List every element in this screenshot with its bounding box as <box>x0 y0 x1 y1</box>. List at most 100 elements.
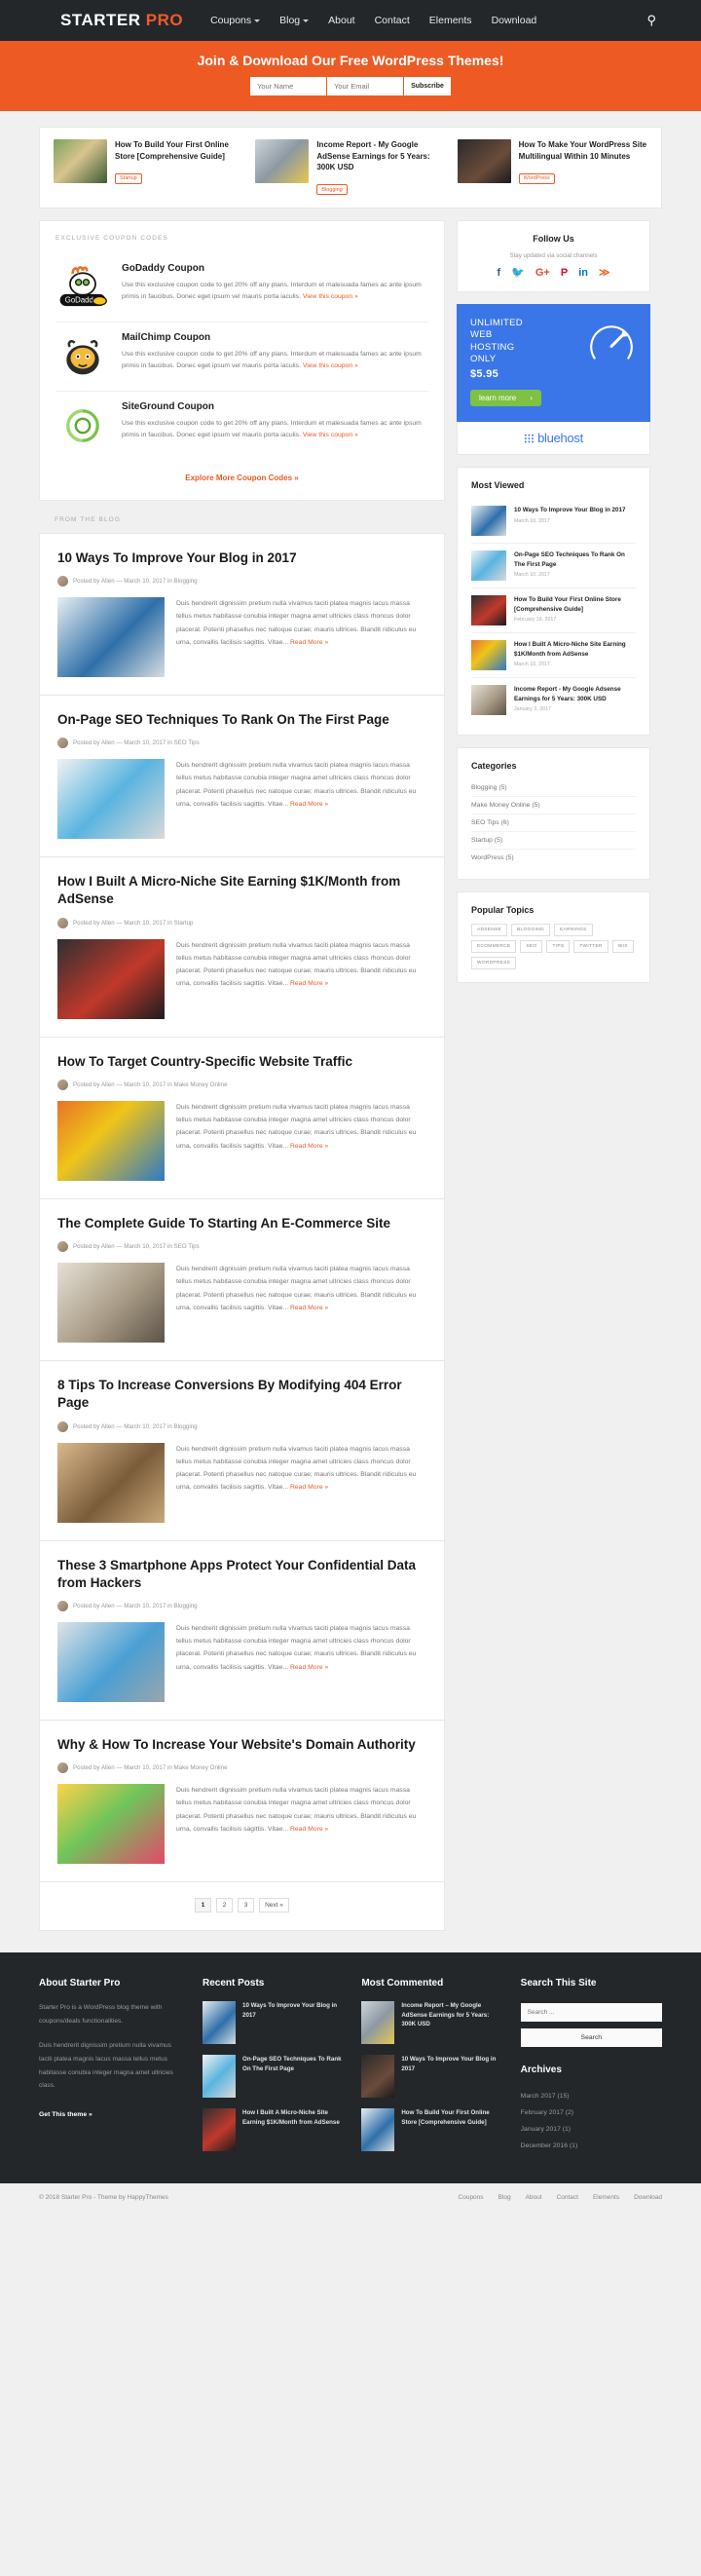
explore-coupons-link[interactable]: Explore More Coupon Codes » <box>55 460 428 486</box>
logo-accent: PRO <box>145 11 184 29</box>
post-title[interactable]: 10 Ways To Improve Your Blog in 2017 <box>57 549 426 567</box>
footer-recent-posts: Recent Posts 10 Ways To Improve Your Blo… <box>203 1978 344 2162</box>
pagination-item[interactable]: 2 <box>216 1898 234 1913</box>
footer-commented-item[interactable]: Income Report – My Google AdSense Earnin… <box>361 2001 502 2045</box>
category-item[interactable]: Startup (5) <box>471 832 636 851</box>
featured-card[interactable]: Income Report - My Google AdSense Earnin… <box>255 139 445 196</box>
footer-nav-item-blog[interactable]: Blog <box>498 2194 511 2201</box>
footer-commented-item[interactable]: How To Build Your First Online Store [Co… <box>361 2108 502 2152</box>
post-thumbnail[interactable] <box>57 759 165 840</box>
topic-tag[interactable]: ADSENSE <box>471 924 508 937</box>
linkedin-icon[interactable]: in <box>578 267 588 279</box>
pagination-item[interactable]: Next » <box>259 1898 289 1913</box>
googleplus-icon[interactable]: G+ <box>535 267 550 279</box>
nav-item-label: Elements <box>428 15 472 26</box>
most-viewed-item[interactable]: Income Report - My Google Adsense Earnin… <box>471 678 636 722</box>
site-logo[interactable]: STARTER PRO <box>60 11 183 30</box>
category-item[interactable]: WordPress (5) <box>471 850 636 866</box>
topic-tag[interactable]: WIX <box>611 940 634 954</box>
post-thumbnail[interactable] <box>57 1442 165 1523</box>
nav-item-download[interactable]: Download <box>492 15 537 26</box>
subscribe-button[interactable]: Subscribe <box>404 77 451 95</box>
featured-card[interactable]: How To Build Your First Online Store [Co… <box>54 139 243 196</box>
post-thumbnail[interactable] <box>57 1100 165 1181</box>
facebook-icon[interactable]: f <box>498 267 501 279</box>
view-coupon-link[interactable]: View this coupon » <box>303 362 358 369</box>
topic-tag[interactable]: TIPS <box>546 940 571 954</box>
pinterest-icon[interactable]: P <box>561 267 568 279</box>
post-thumbnail[interactable] <box>57 1621 165 1702</box>
pagination-item[interactable]: 1 <box>195 1898 212 1913</box>
nav-item-about[interactable]: About <box>328 15 354 26</box>
post-thumbnail[interactable] <box>57 1263 165 1344</box>
bluehost-ad[interactable]: UNLIMITED WEB HOSTING ONLY $5.95 learn m… <box>457 303 650 456</box>
most-viewed-item[interactable]: How I Built A Micro-Niche Site Earning $… <box>471 633 636 679</box>
nav-item-blog[interactable]: Blog <box>279 15 310 26</box>
post-thumbnail[interactable] <box>57 938 165 1019</box>
footer-recent-item[interactable]: On-Page SEO Techniques To Rank On The Fi… <box>203 2055 344 2099</box>
footer-recent-item[interactable]: 10 Ways To Improve Your Blog in 2017 <box>203 2001 344 2045</box>
footer-nav-item-download[interactable]: Download <box>634 2194 662 2201</box>
read-more-link[interactable]: Read More » <box>290 1826 328 1833</box>
nav-item-contact[interactable]: Contact <box>375 15 410 26</box>
read-more-link[interactable]: Read More » <box>290 1664 328 1671</box>
read-more-link[interactable]: Read More » <box>290 1143 328 1150</box>
footer-nav-item-about[interactable]: About <box>526 2194 542 2201</box>
featured-tag[interactable]: WordPress <box>518 172 555 184</box>
footer-search-input[interactable] <box>520 2003 662 2023</box>
read-more-link[interactable]: Read More » <box>290 980 328 987</box>
read-more-link[interactable]: Read More » <box>290 1484 328 1491</box>
read-more-link[interactable]: Read More » <box>290 1305 328 1311</box>
most-viewed-item[interactable]: On-Page SEO Techniques To Rank On The Fi… <box>471 544 636 589</box>
footer-nav-item-contact[interactable]: Contact <box>557 2194 578 2201</box>
rss-icon[interactable]: ≫ <box>599 267 610 279</box>
view-coupon-link[interactable]: View this coupon » <box>303 293 358 300</box>
read-more-link[interactable]: Read More » <box>290 639 328 646</box>
nav-item-elements[interactable]: Elements <box>429 15 472 26</box>
category-item[interactable]: SEO Tips (6) <box>471 814 636 833</box>
post-title[interactable]: These 3 Smartphone Apps Protect Your Con… <box>57 1557 426 1592</box>
topic-tag[interactable]: WORDPRESS <box>471 957 517 970</box>
most-viewed-item[interactable]: How To Build Your First Online Store [Co… <box>471 588 636 634</box>
post-title[interactable]: How To Target Country-Specific Website T… <box>57 1053 426 1071</box>
post-title[interactable]: Why & How To Increase Your Website's Dom… <box>57 1736 426 1754</box>
post-thumbnail[interactable] <box>57 1784 165 1865</box>
most-viewed-thumbnail <box>471 550 506 582</box>
search-icon[interactable]: ⚲ <box>646 13 656 28</box>
featured-tag[interactable]: Startup <box>115 172 142 184</box>
footer-commented-item[interactable]: 10 Ways To Improve Your Blog in 2017 <box>361 2055 502 2099</box>
view-coupon-link[interactable]: View this coupon » <box>303 432 358 438</box>
archive-item[interactable]: March 2017 (15) <box>521 2088 662 2104</box>
post-title[interactable]: 8 Tips To Increase Conversions By Modify… <box>57 1377 426 1412</box>
most-viewed-item[interactable]: 10 Ways To Improve Your Blog in 2017 Mar… <box>471 499 636 545</box>
topic-tag[interactable]: TWITTER <box>573 940 609 954</box>
category-item[interactable]: Make Money Online (5) <box>471 797 636 815</box>
archive-item[interactable]: December 2016 (1) <box>521 2138 662 2154</box>
footer-nav-item-elements[interactable]: Elements <box>593 2194 619 2201</box>
archive-item[interactable]: February 2017 (2) <box>521 2104 662 2121</box>
learn-more-button[interactable]: learn more › <box>470 390 541 407</box>
category-item[interactable]: Blogging (5) <box>471 779 636 798</box>
email-input[interactable] <box>327 77 404 95</box>
pagination-item[interactable]: 3 <box>238 1898 255 1913</box>
get-theme-link[interactable]: Get This theme » <box>39 2111 92 2118</box>
footer-search-button[interactable]: Search <box>520 2028 662 2048</box>
archive-item[interactable]: January 2017 (1) <box>521 2121 662 2138</box>
post-title[interactable]: The Complete Guide To Starting An E-Comm… <box>57 1215 426 1232</box>
featured-card[interactable]: How To Make Your WordPress Site Multilin… <box>457 139 647 196</box>
topic-tag[interactable]: ECOMMERCE <box>471 940 517 954</box>
post-thumbnail[interactable] <box>57 597 165 677</box>
post-title[interactable]: On-Page SEO Techniques To Rank On The Fi… <box>57 711 426 729</box>
read-more-link[interactable]: Read More » <box>290 801 328 808</box>
name-input[interactable] <box>250 77 327 95</box>
post-title[interactable]: How I Built A Micro-Niche Site Earning $… <box>57 873 426 908</box>
footer-nav-item-coupons[interactable]: Coupons <box>459 2194 484 2201</box>
twitter-icon[interactable]: 🐦 <box>511 267 525 279</box>
footer-recent-item[interactable]: How I Built A Micro-Niche Site Earning $… <box>203 2108 344 2152</box>
nav-item-coupons[interactable]: Coupons <box>210 15 261 26</box>
topic-tag[interactable]: BLOGGING <box>511 924 551 937</box>
topic-tag[interactable]: SEO <box>520 940 543 954</box>
ad-banner[interactable]: UNLIMITED WEB HOSTING ONLY $5.95 learn m… <box>457 303 650 423</box>
topic-tag[interactable]: EARNINGS <box>554 924 593 937</box>
featured-tag[interactable]: Blogging <box>316 184 348 196</box>
